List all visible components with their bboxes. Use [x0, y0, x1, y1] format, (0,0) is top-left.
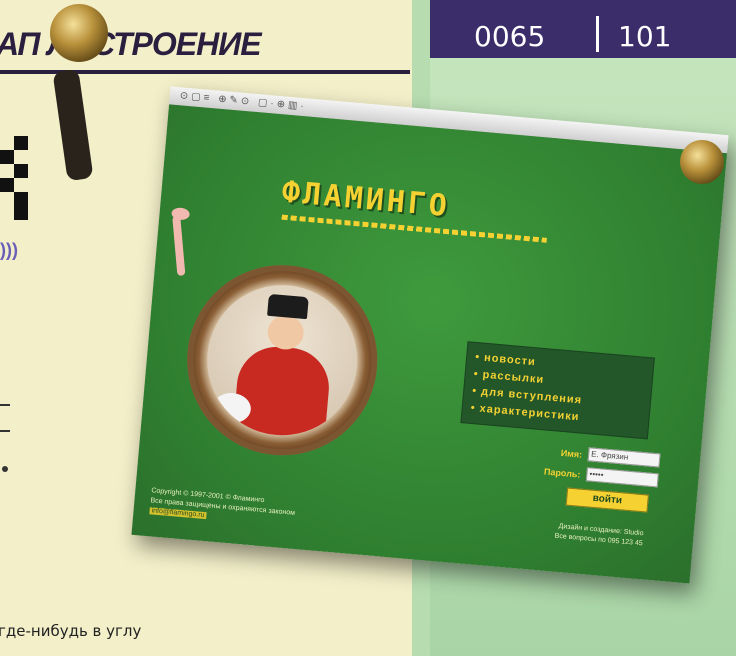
pixel-block: [14, 192, 28, 220]
body-caption: где-нибудь в углу: [0, 622, 142, 640]
login-name-input[interactable]: E. Фрязин: [587, 447, 661, 468]
brass-knob-right-icon: [680, 140, 724, 184]
site-menu: новости рассылки для вступления характер…: [460, 341, 655, 440]
login-password-label: Пароль:: [543, 466, 581, 480]
bullet-mark: [2, 466, 8, 472]
bellboy-body: [231, 343, 333, 442]
section-title: АП ЛОСТРОЕНИЕ: [0, 26, 262, 62]
page-number-separator: [596, 16, 599, 52]
login-name-label: Имя:: [560, 447, 583, 460]
site-footer-left: Copyright © 1997-2001 © Фламинго Все пра…: [149, 486, 321, 531]
page-number-left: 0065: [474, 20, 546, 53]
link-marks: ))): [0, 240, 18, 260]
pixel-block: [0, 178, 14, 192]
site-footer-right: Дизайн и создание: Studio Все вопросы по…: [473, 515, 644, 550]
website-screenshot: ⊙▢≡ ⊕✎⊙ ▢·⊕▥· ФЛАМИНГО новости рассылки …: [131, 86, 729, 584]
pixel-block: [14, 136, 28, 150]
pixel-block: [0, 150, 14, 164]
porthole-frame: [179, 257, 386, 464]
porthole-photo: [200, 278, 364, 442]
login-form: Имя: E. Фрязин Пароль: ••••• войти: [498, 440, 661, 513]
page-number-right: 101: [618, 20, 672, 53]
pixel-block: [14, 164, 28, 178]
bellboy-hat: [267, 293, 309, 320]
dash-mark: [0, 430, 10, 432]
bellboy-face: [266, 313, 306, 351]
flamingo-neck: [172, 215, 186, 277]
website-body: ФЛАМИНГО новости рассылки для вступления…: [131, 104, 727, 584]
brass-knob-left-icon: [50, 4, 108, 62]
dash-mark: [0, 404, 10, 406]
